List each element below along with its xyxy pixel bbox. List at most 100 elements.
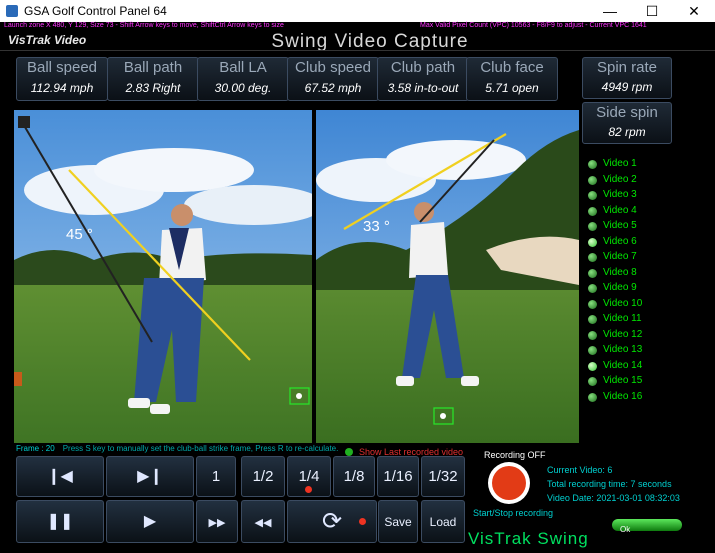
frame-counter: Frame : 20: [16, 444, 55, 453]
video-list-item-7[interactable]: Video 7: [586, 250, 686, 264]
swing-angle-left: 45 °: [66, 226, 93, 243]
minimize-button[interactable]: —: [589, 0, 631, 22]
loop-active-indicator-icon: [359, 518, 366, 525]
speed-1-8-button[interactable]: 1/8: [333, 456, 375, 497]
status-led-icon: [588, 361, 597, 371]
status-led-icon: [588, 330, 597, 340]
speed-1-4-button[interactable]: 1/4: [287, 456, 331, 497]
stat-value: 30.00 deg.: [214, 81, 272, 95]
video-list-item-6[interactable]: Video 6: [586, 235, 686, 249]
stat-club-face: Club face 5.71 open: [466, 57, 558, 101]
play-icon: ▶: [143, 513, 157, 530]
stat-label: Club face: [480, 59, 544, 76]
rewind-icon: ◀◀: [254, 517, 272, 529]
status-led-icon: [588, 268, 597, 278]
video-list-item-5[interactable]: Video 5: [586, 219, 686, 233]
load-button[interactable]: Load: [421, 500, 465, 543]
video-list-item-10[interactable]: Video 10: [586, 297, 686, 311]
pause-button[interactable]: ❚❚: [16, 500, 104, 543]
status-led-icon: [588, 222, 597, 231]
swing-angle-right: 33 °: [363, 218, 390, 235]
previous-frame-button[interactable]: ❙◀: [16, 456, 104, 497]
save-button[interactable]: Save: [378, 500, 418, 543]
launch-zone-info: Launch zone X 480, Y 129, Size 73 - Shif…: [4, 22, 284, 29]
video-date: Video Date: 2021-03-01 08:32:03: [547, 493, 680, 503]
video-list-item-12[interactable]: Video 12: [586, 328, 686, 342]
stat-label: Club path: [390, 59, 456, 76]
stat-side-spin: Side spin 82 rpm: [582, 102, 672, 144]
speed-1-2-button[interactable]: 1/2: [241, 456, 285, 497]
video-list-item-16[interactable]: Video 16: [586, 390, 686, 404]
video-list-item-2[interactable]: Video 2: [586, 173, 686, 187]
status-led-icon: [588, 392, 597, 402]
video-list-item-13[interactable]: Video 13: [586, 343, 686, 357]
stat-value: 2.83 Right: [125, 81, 181, 95]
status-led-icon: [588, 346, 597, 355]
video-list-item-15[interactable]: Video 15: [586, 374, 686, 388]
status-led-icon: [588, 253, 597, 262]
fast-forward-button[interactable]: ▶▶: [196, 500, 238, 543]
video-view-down-line[interactable]: 33 °: [316, 110, 579, 443]
video-list-item-11[interactable]: Video 11: [586, 312, 686, 326]
fast-forward-icon: ▶▶: [208, 517, 226, 529]
frame-info: Frame : 20 Press S key to manually set th…: [16, 444, 338, 453]
status-led-icon: [588, 175, 597, 185]
video-frame-down-line: [316, 110, 579, 443]
video-list-item-4[interactable]: Video 4: [586, 204, 686, 218]
status-led-icon: [588, 237, 597, 247]
stat-label: Ball LA: [219, 59, 267, 76]
vistrak-video-brand: VisTrak Video: [8, 33, 87, 47]
video-list-item-1[interactable]: Video 1: [586, 157, 686, 171]
status-led-icon: [588, 191, 597, 200]
vpc-info: Max Valid Pixel Count (VPC) 10563 - F8/F…: [420, 22, 647, 29]
record-toggle-button[interactable]: [488, 462, 530, 504]
record-caption: Start/Stop recording: [473, 508, 554, 518]
status-led-icon: [588, 284, 597, 293]
video-list-item-9[interactable]: Video 9: [586, 281, 686, 295]
speed-1-button[interactable]: 1: [196, 456, 236, 497]
stat-label: Ball path: [123, 59, 183, 76]
play-button[interactable]: ▶: [106, 500, 194, 543]
window-title: GSA Golf Control Panel 64: [24, 4, 167, 18]
rewind-button[interactable]: ◀◀: [241, 500, 285, 543]
stat-label: Spin rate: [596, 59, 658, 76]
ok-button[interactable]: Ok: [612, 519, 682, 534]
stat-value: 82 rpm: [608, 125, 646, 139]
speed-1-16-button[interactable]: 1/16: [377, 456, 419, 497]
status-led-icon: [345, 447, 353, 456]
vistrak-swing-brand: VisTrak Swing: [468, 529, 589, 548]
frame-hint: Press S key to manually set the club-bal…: [62, 444, 339, 453]
video-frame-face-on: [14, 110, 312, 443]
total-recording-time: Total recording time: 7 seconds: [547, 479, 672, 489]
speed-1-32-button[interactable]: 1/32: [421, 456, 465, 497]
status-led-icon: [588, 377, 597, 386]
pause-icon: ❚❚: [46, 513, 74, 530]
stat-club-speed: Club speed 67.52 mph: [287, 57, 379, 101]
status-led-icon: [588, 206, 597, 216]
window-titlebar: GSA Golf Control Panel 64 — ☐ ✕: [0, 0, 715, 23]
status-led-icon: [588, 315, 597, 324]
stat-ball-path: Ball path 2.83 Right: [107, 57, 199, 101]
maximize-button[interactable]: ☐: [631, 0, 673, 22]
recording-status: Recording OFF: [484, 450, 546, 460]
header-divider: [0, 50, 715, 51]
stat-value: 67.52 mph: [304, 81, 362, 95]
stat-club-path: Club path 3.58 in-to-out: [377, 57, 469, 101]
current-video-info: Current Video: 6: [547, 465, 613, 475]
close-button[interactable]: ✕: [673, 0, 715, 22]
selected-indicator-icon: [305, 486, 312, 493]
loop-icon: ⟳: [321, 508, 343, 535]
video-view-face-on[interactable]: 45 °: [14, 110, 312, 443]
stat-value: 3.58 in-to-out: [387, 81, 459, 95]
stat-value: 4949 rpm: [601, 80, 653, 94]
next-frame-button[interactable]: ▶❙: [106, 456, 194, 497]
stat-value: 112.94 mph: [30, 81, 94, 95]
loop-button[interactable]: ⟳: [287, 500, 377, 543]
video-list-item-3[interactable]: Video 3: [586, 188, 686, 202]
skip-forward-icon: ▶❙: [137, 468, 163, 485]
video-list-item-8[interactable]: Video 8: [586, 266, 686, 280]
stat-ball-speed: Ball speed 112.94 mph: [16, 57, 108, 101]
video-list-item-14[interactable]: Video 14: [586, 359, 686, 373]
stat-label: Club speed: [295, 59, 371, 76]
status-led-icon: [588, 299, 597, 309]
